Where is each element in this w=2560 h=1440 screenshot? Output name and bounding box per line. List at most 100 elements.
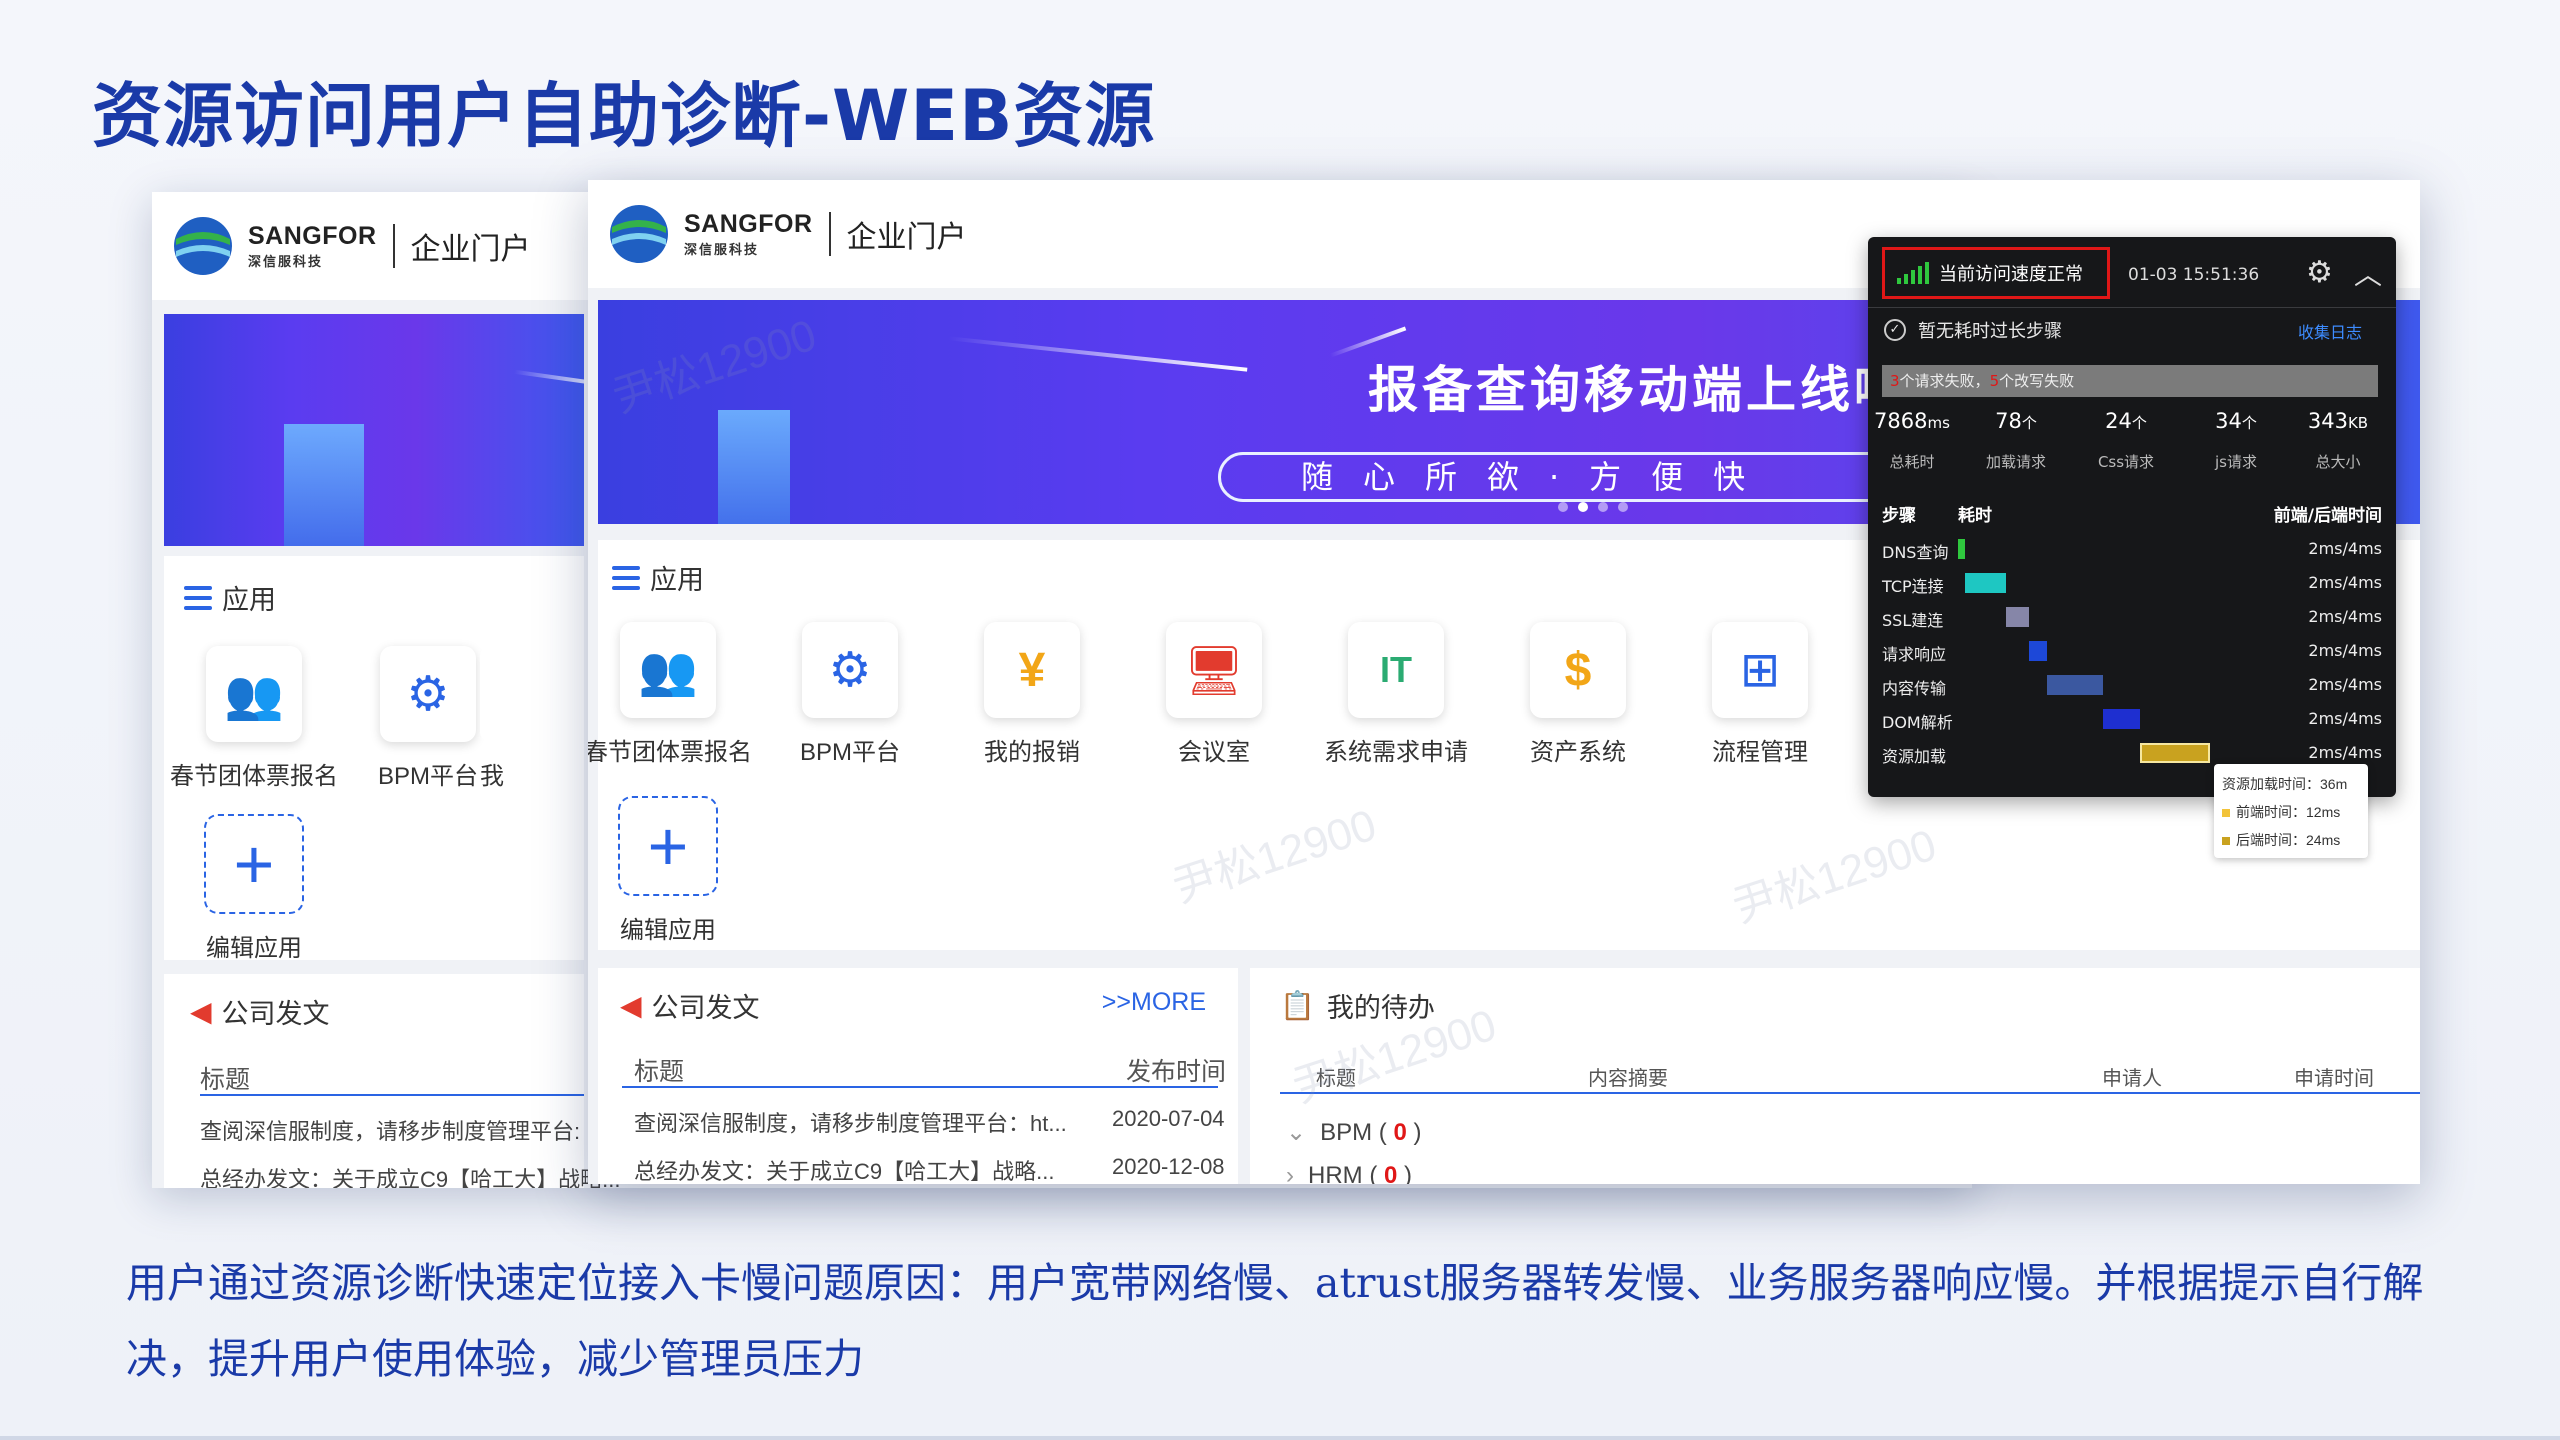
step-time: 2ms/4ms: [2308, 573, 2382, 592]
no-slow-step: ✓ 暂无耗时过长步骤: [1884, 317, 2062, 343]
col-title: 标题: [634, 1058, 685, 1086]
step-bar: [1958, 539, 1966, 559]
meeting-room-icon: 🖥: [1166, 622, 1262, 718]
back-app-tile[interactable]: 👥 春节团体票报名: [164, 646, 344, 791]
bpm-icon: ⚙: [380, 646, 476, 742]
more-link[interactable]: >>MORE: [1102, 988, 1206, 1017]
apps-title: 应用: [650, 565, 704, 595]
slide-title: 资源访问用户自助诊断-WEB资源: [92, 75, 1156, 157]
brand-name-cn: 深信服科技: [684, 242, 760, 257]
step-bar: [2006, 607, 2029, 627]
notice-row[interactable]: 总经办发文：关于成立C9【哈工大】战略...: [200, 1162, 620, 1188]
banner-headline: 报备查询移动端上线啦: [1368, 361, 1908, 419]
app-tile-meeting-room[interactable]: 🖥 会议室: [1124, 622, 1304, 767]
app-tile-group-ticket[interactable]: 👥 春节团体票报名: [588, 622, 758, 767]
notice-row-title[interactable]: 总经办发文：关于成立C9【哈工大】战略...: [634, 1154, 1054, 1184]
portal-name: 企业门户: [846, 221, 967, 254]
menu-icon: [184, 585, 212, 610]
menu-icon: [612, 565, 640, 590]
todo-group-hrm[interactable]: › HRM ( 0 ): [1286, 1162, 1412, 1184]
carousel-dots[interactable]: [1558, 502, 1628, 512]
step-name: SSL建连: [1882, 611, 1944, 630]
slide-caption: 用户通过资源诊断快速定位接入卡慢问题原因：用户宽带网络慢、atrust服务器转发…: [126, 1259, 2424, 1383]
step-bar: [2028, 641, 2048, 661]
stat-css-requests: 24个 Css请求: [2097, 409, 2155, 471]
step-row[interactable]: 内容传输 2ms/4ms: [1882, 671, 2382, 701]
back-app-tile[interactable]: 我: [480, 646, 580, 791]
apps-title: 应用: [222, 585, 276, 615]
collapse-chevron-icon[interactable]: ︿: [2354, 253, 2382, 293]
step-row[interactable]: DOM解析 2ms/4ms: [1882, 705, 2382, 735]
plus-icon: +: [618, 796, 718, 896]
step-time: 2ms/4ms: [2308, 641, 2382, 660]
failure-summary[interactable]: 3个请求失败，5个改写失败: [1882, 365, 2378, 397]
people-icon: 👥: [620, 622, 716, 718]
step-row[interactable]: SSL建连 2ms/4ms: [1882, 603, 2382, 633]
banner-subline: 随心所欲·方便快: [1218, 452, 1938, 502]
app-tile-bpm[interactable]: ⚙ BPM平台: [760, 622, 940, 767]
notice-row-title[interactable]: 查阅深信服制度，请移步制度管理平台：ht...: [634, 1106, 1067, 1138]
step-time: 2ms/4ms: [2308, 539, 2382, 558]
stat-js-requests: 34个 js请求: [2215, 409, 2257, 471]
step-row[interactable]: DNS查询 2ms/4ms: [1882, 535, 2382, 565]
chevron-right-icon: ›: [1286, 1162, 1294, 1184]
col-publish-time: 发布时间: [1126, 1058, 1227, 1086]
step-name: DOM解析: [1882, 713, 1953, 732]
notice-row-time: 2020-07-04: [1112, 1106, 1225, 1131]
stat-load-requests: 78个 加载请求: [1985, 409, 2046, 471]
it-request-icon: IT: [1348, 622, 1444, 718]
sangfor-logo-icon: [172, 215, 234, 277]
resource-load-tooltip: 资源加载时间：36m 前端时间：12ms 后端时间：24ms: [2214, 764, 2368, 858]
clipboard-icon: 📋: [1280, 990, 1315, 1021]
step-name: 内容传输: [1882, 679, 1947, 698]
step-row[interactable]: 请求响应 2ms/4ms: [1882, 637, 2382, 667]
brand-name: SANGFOR: [248, 222, 377, 250]
step-bar: [2139, 743, 2211, 763]
back-banner: [164, 314, 584, 546]
back-edit-app[interactable]: + 编辑应用: [164, 814, 344, 963]
app-tile-reimburse[interactable]: ¥ 我的报销: [942, 622, 1122, 767]
step-bar: [2047, 675, 2103, 695]
people-icon: 👥: [206, 646, 302, 742]
notice-row[interactable]: 查阅深信服制度，请移步制度管理平台:: [200, 1114, 580, 1146]
edit-app-button[interactable]: + 编辑应用: [588, 796, 758, 945]
signal-icon: [1897, 262, 1929, 284]
back-notice-card: ◀ 公司发文 标题 查阅深信服制度，请移步制度管理平台: 总经办发文：关于成立C9…: [164, 974, 620, 1188]
stat-total-size: 343KB 总大小: [2307, 409, 2369, 471]
bpm-icon: ⚙: [802, 622, 898, 718]
step-name: 资源加载: [1882, 747, 1947, 766]
step-time: 2ms/4ms: [2308, 709, 2382, 728]
reimburse-icon: ¥: [984, 622, 1080, 718]
plus-icon: +: [204, 814, 304, 914]
stat-total-time: 7868ms 总耗时: [1874, 409, 1950, 471]
step-bar: [2102, 709, 2140, 729]
step-name: DNS查询: [1882, 543, 1949, 562]
brand-name-cn: 深信服科技: [248, 254, 324, 269]
speaker-icon: ◀: [620, 990, 642, 1021]
step-bar: [1965, 573, 2007, 593]
gear-icon[interactable]: ⚙: [2306, 255, 2333, 290]
portal-name: 企业门户: [410, 233, 531, 266]
step-time: 2ms/4ms: [2308, 743, 2382, 762]
todo-group-bpm[interactable]: ⌄ BPM ( 0 ): [1286, 1118, 1421, 1147]
step-time: 2ms/4ms: [2308, 675, 2382, 694]
app-tile-asset[interactable]: $ 资产系统: [1488, 622, 1668, 767]
notice-row-time: 2020-12-08: [1112, 1154, 1225, 1179]
asset-icon: $: [1530, 622, 1626, 718]
step-time: 2ms/4ms: [2308, 607, 2382, 626]
check-circle-icon: ✓: [1884, 319, 1906, 341]
diagnostic-panel: 当前访问速度正常 01-03 15:51:36 ⚙ ︿ ✓ 暂无耗时过长步骤 收集…: [1868, 237, 2396, 797]
sangfor-logo-icon: [608, 203, 670, 265]
brand-name: SANGFOR: [684, 210, 813, 238]
chevron-down-icon: ⌄: [1286, 1119, 1307, 1146]
back-apps-panel: 应用 👥 春节团体票报名 ⚙ BPM平台 我 + 编辑应用: [164, 556, 584, 963]
app-tile-workflow[interactable]: ⊞ 流程管理: [1670, 622, 1850, 767]
speed-status: 当前访问速度正常: [1882, 247, 2110, 299]
todo-title: 我的待办: [1326, 993, 1435, 1023]
step-row[interactable]: TCP连接 2ms/4ms: [1882, 569, 2382, 599]
workflow-icon: ⊞: [1712, 622, 1808, 718]
app-tile-it-request[interactable]: IT 系统需求申请: [1306, 622, 1486, 767]
step-name: TCP连接: [1882, 577, 1944, 596]
collect-log-link[interactable]: 收集日志: [2298, 319, 2362, 343]
notice-card: ◀ 公司发文 >>MORE 标题 发布时间 查阅深信服制度，请移步制度管理平台：h…: [598, 968, 1238, 1184]
